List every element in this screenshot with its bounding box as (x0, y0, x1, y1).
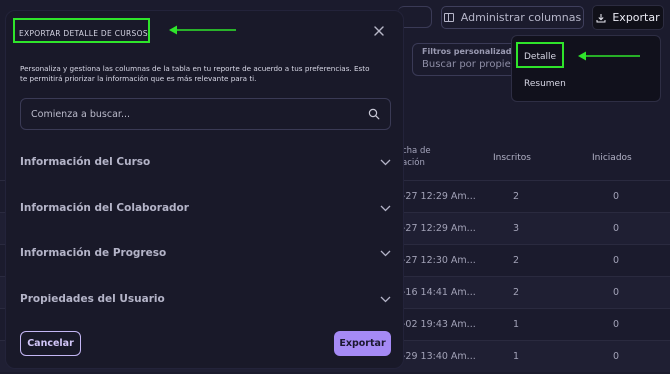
chevron-down-icon[interactable] (380, 250, 391, 257)
cell-started: 0 (613, 287, 620, 298)
annotation-highlight-title (13, 18, 150, 43)
cell-enrolled: 2 (513, 287, 520, 298)
manage-columns-label: Administrar columnas (460, 11, 582, 24)
cell-started: 0 (613, 223, 620, 234)
manage-columns-button[interactable]: Administrar columnas (441, 6, 584, 29)
section-course-info[interactable]: Información del Curso (20, 152, 391, 172)
close-icon[interactable] (372, 24, 386, 38)
search-icon[interactable] (368, 108, 380, 120)
cell-enrolled: 2 (513, 255, 520, 266)
annotation-arrow-icon (169, 25, 236, 35)
cell-enrolled: 3 (513, 223, 520, 234)
column-header-date[interactable]: cha de ación (402, 145, 431, 169)
column-header-enrolled[interactable]: Inscritos (493, 153, 531, 163)
custom-filters-placeholder: Buscar por propiedad (422, 59, 522, 70)
cell-date: -16 14:41 Am... (402, 287, 476, 298)
chevron-down-icon[interactable] (380, 205, 391, 212)
export-dropdown-label: Exportar (612, 11, 660, 24)
cell-enrolled: 2 (513, 191, 520, 202)
cell-date: -27 12:29 Am... (402, 223, 476, 234)
export-dropdown-button[interactable]: Exportar (592, 5, 664, 30)
column-search-input[interactable] (31, 108, 368, 120)
section-progress-info[interactable]: Información de Progreso (20, 243, 391, 263)
cell-date: -02 19:43 Am... (402, 319, 476, 330)
section-collaborator-info[interactable]: Información del Colaborador (20, 198, 391, 218)
section-label: Información del Curso (20, 156, 151, 168)
cell-started: 0 (613, 319, 620, 330)
column-header-started[interactable]: Iniciados (592, 153, 632, 163)
section-user-properties[interactable]: Propiedades del Usuario (20, 289, 391, 309)
menu-item-resumen[interactable]: Resumen (524, 79, 566, 89)
column-header-date-label: cha de ación (402, 146, 431, 168)
custom-filters-field[interactable]: Filtros personalizados Buscar por propie… (412, 43, 522, 76)
columns-icon (443, 13, 454, 22)
section-label: Información del Colaborador (20, 202, 189, 214)
cell-started: 0 (613, 351, 620, 362)
export-modal: EXPORTAR DETALLE DE CURSOS Personaliza y… (5, 10, 404, 369)
cell-started: 0 (613, 191, 620, 202)
modal-description: Personaliza y gestiona las columnas de l… (20, 64, 370, 83)
cancel-button[interactable]: Cancelar (20, 331, 81, 356)
column-search-box[interactable] (20, 98, 391, 130)
annotation-highlight-detalle (516, 42, 564, 68)
chevron-down-icon[interactable] (380, 159, 391, 166)
cell-started: 0 (613, 255, 620, 266)
chevron-down-icon[interactable] (380, 296, 391, 303)
custom-filters-label: Filtros personalizados (422, 47, 522, 56)
cell-enrolled: 1 (513, 351, 520, 362)
cell-date: -29 13:40 Am... (402, 351, 476, 362)
cell-enrolled: 1 (513, 319, 520, 330)
annotation-arrow-icon (578, 51, 640, 61)
cell-date: -27 12:29 Am... (402, 191, 476, 202)
export-button[interactable]: Exportar (334, 331, 391, 356)
section-label: Propiedades del Usuario (20, 293, 165, 305)
section-label: Información de Progreso (20, 247, 167, 259)
download-icon (596, 13, 606, 22)
cell-date: -27 12:30 Am... (402, 255, 476, 266)
